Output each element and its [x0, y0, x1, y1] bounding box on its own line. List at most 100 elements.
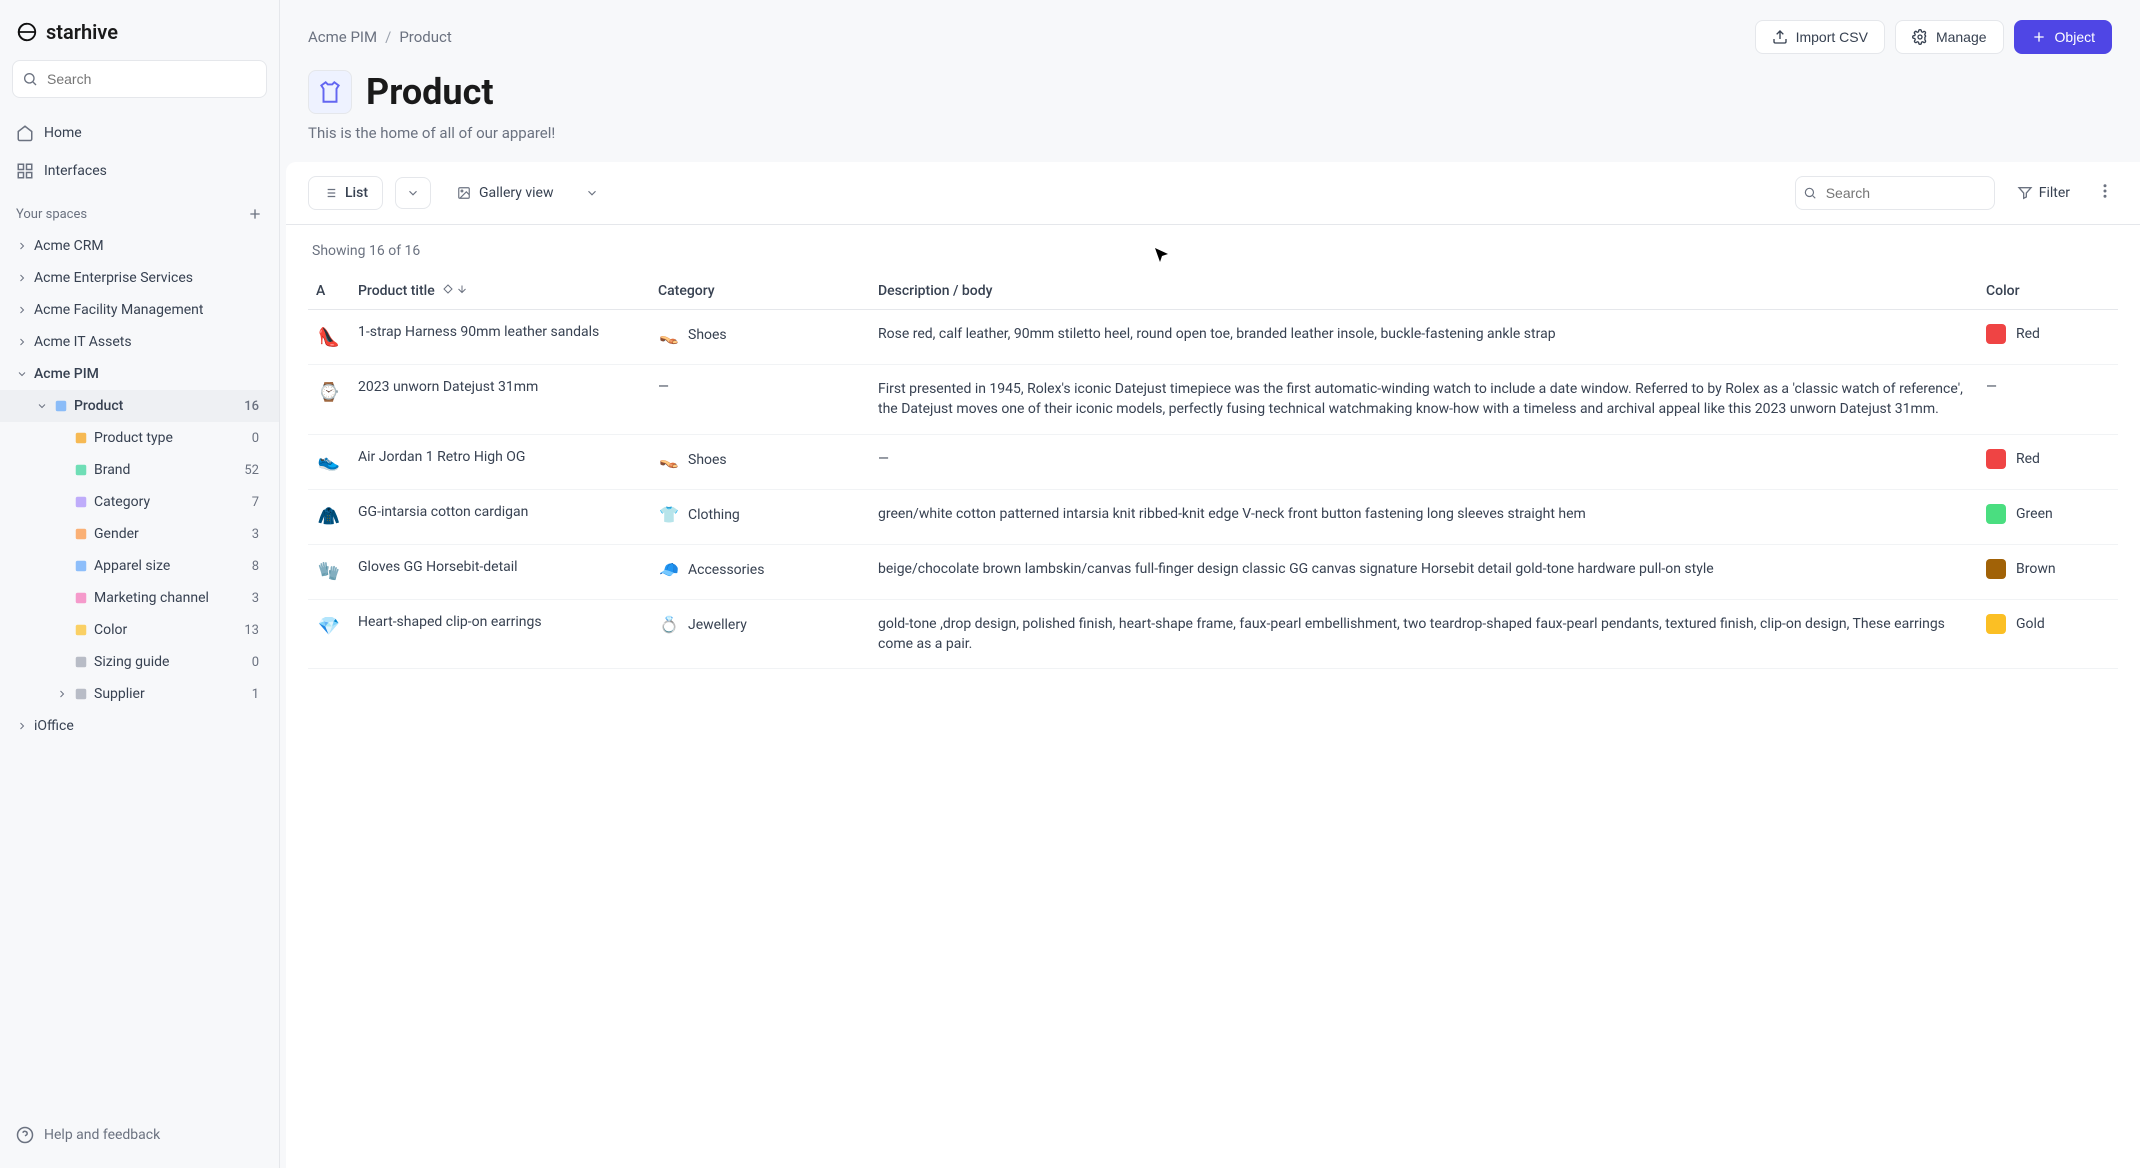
type-count: 1 — [252, 687, 263, 702]
type-count: 52 — [244, 463, 263, 478]
gallery-view-dropdown[interactable] — [579, 180, 605, 206]
manage-label: Manage — [1936, 29, 1987, 45]
space-item[interactable]: Acme Facility Management — [0, 294, 279, 326]
product-title-cell: Gloves GG Horsebit-detail — [350, 544, 650, 599]
upload-icon — [1772, 29, 1788, 45]
table-row[interactable]: 🧤Gloves GG Horsebit-detail🧢Accessoriesbe… — [308, 544, 2118, 599]
type-label: Product — [74, 398, 238, 414]
home-icon — [16, 124, 34, 142]
breadcrumb-type[interactable]: Product — [399, 28, 451, 46]
col-thumb[interactable]: A — [308, 273, 350, 310]
view-toolbar: List Gallery view Filter — [286, 162, 2140, 225]
tshirt-icon — [317, 79, 343, 105]
type-item[interactable]: Color13 — [0, 614, 279, 646]
type-count: 7 — [252, 495, 263, 510]
type-icon — [74, 655, 88, 669]
color-label: Green — [2016, 506, 2053, 522]
more-vertical-icon — [2096, 182, 2114, 200]
type-icon — [74, 463, 88, 477]
breadcrumb: Acme PIM / Product — [308, 28, 452, 46]
type-label: Sizing guide — [94, 654, 246, 670]
category-icon: 👕 — [658, 504, 680, 526]
space-item[interactable]: Acme PIM — [0, 358, 279, 390]
product-title-cell: 2023 unworn Datejust 31mm — [350, 365, 650, 435]
category-label: Shoes — [688, 452, 727, 468]
col-description[interactable]: Description / body — [870, 273, 1978, 310]
category-icon: 💍 — [658, 614, 680, 636]
col-title[interactable]: Product title — [350, 273, 650, 310]
breadcrumb-separator: / — [385, 28, 391, 46]
header-actions: Import CSV Manage Object — [1755, 20, 2112, 54]
spaces-header-label: Your spaces — [16, 207, 87, 222]
product-thumb: 👟 — [316, 449, 342, 475]
type-label: Gender — [94, 526, 246, 542]
sidebar-search-input[interactable] — [12, 60, 267, 98]
type-item[interactable]: Supplier1 — [0, 678, 279, 710]
help-feedback[interactable]: Help and feedback — [0, 1114, 279, 1156]
type-icon — [74, 687, 88, 701]
type-icon — [74, 495, 88, 509]
type-item[interactable]: Product type 0 — [0, 422, 279, 454]
type-label: Product type — [94, 430, 246, 446]
filter-button[interactable]: Filter — [2007, 179, 2080, 207]
color-label: Red — [2016, 451, 2040, 467]
space-label: Acme PIM — [34, 366, 263, 382]
type-item[interactable]: Category7 — [0, 486, 279, 518]
gallery-icon — [457, 186, 471, 200]
import-csv-button[interactable]: Import CSV — [1755, 20, 1885, 54]
more-menu-button[interactable] — [2092, 178, 2118, 208]
add-space-icon[interactable] — [247, 206, 263, 222]
type-item[interactable]: Marketing channel3 — [0, 582, 279, 614]
type-count: 16 — [244, 399, 263, 414]
list-view-dropdown[interactable] — [395, 177, 431, 209]
type-count: 0 — [252, 431, 263, 446]
create-object-button[interactable]: Object — [2014, 20, 2112, 54]
type-icon — [74, 527, 88, 541]
nav-home[interactable]: Home — [0, 114, 279, 152]
space-item[interactable]: Acme CRM — [0, 230, 279, 262]
type-item[interactable]: Product 16 — [0, 390, 279, 422]
color-swatch — [1986, 614, 2006, 634]
type-item[interactable]: Sizing guide0 — [0, 646, 279, 678]
type-icon — [74, 591, 88, 605]
color-label: Brown — [2016, 561, 2056, 577]
page-icon — [308, 70, 352, 114]
table-row[interactable]: 💎Heart-shaped clip-on earrings💍Jewellery… — [308, 599, 2118, 669]
chevron-down-icon — [585, 186, 599, 200]
space-label: Acme IT Assets — [34, 334, 263, 350]
col-category[interactable]: Category — [650, 273, 870, 310]
product-description: gold-tone ,drop design, polished finish,… — [870, 599, 1978, 669]
type-item[interactable]: Apparel size8 — [0, 550, 279, 582]
category-label: Shoes — [688, 327, 727, 343]
filter-label: Filter — [2039, 185, 2070, 201]
table-search-input[interactable] — [1795, 176, 1995, 210]
product-thumb: 👠 — [316, 324, 342, 350]
table-search — [1795, 176, 1995, 210]
space-item[interactable]: Acme Enterprise Services — [0, 262, 279, 294]
type-item[interactable]: Gender3 — [0, 518, 279, 550]
product-thumb: 🧤 — [316, 559, 342, 585]
breadcrumb-space[interactable]: Acme PIM — [308, 28, 377, 46]
manage-button[interactable]: Manage — [1895, 20, 2004, 54]
tag-icon — [442, 283, 454, 295]
sort-down-icon — [456, 283, 468, 295]
color-label: Red — [2016, 326, 2040, 342]
table-row[interactable]: 👠1-strap Harness 90mm leather sandals👡Sh… — [308, 310, 2118, 365]
space-item[interactable]: iOffice — [0, 710, 279, 742]
list-view-button[interactable]: List — [308, 176, 383, 210]
product-title-cell: Heart-shaped clip-on earrings — [350, 599, 650, 669]
interfaces-icon — [16, 162, 34, 180]
logo[interactable]: starhive — [0, 12, 279, 60]
gallery-view-button[interactable]: Gallery view — [443, 177, 567, 209]
create-object-label: Object — [2055, 29, 2095, 45]
space-item[interactable]: Acme IT Assets — [0, 326, 279, 358]
sidebar: starhive Home Interfaces Your spaces Acm… — [0, 0, 280, 1168]
page-header: Product This is the home of all of our a… — [280, 54, 2140, 162]
col-color[interactable]: Color — [1978, 273, 2118, 310]
nav-interfaces[interactable]: Interfaces — [0, 152, 279, 190]
table-row[interactable]: 🧥GG-intarsia cotton cardigan👕Clothinggre… — [308, 489, 2118, 544]
type-item[interactable]: Brand52 — [0, 454, 279, 486]
table-row[interactable]: 👟Air Jordan 1 Retro High OG👡Shoes—Red — [308, 434, 2118, 489]
gallery-view-label: Gallery view — [479, 185, 553, 201]
table-row[interactable]: ⌚2023 unworn Datejust 31mm—First present… — [308, 365, 2118, 435]
